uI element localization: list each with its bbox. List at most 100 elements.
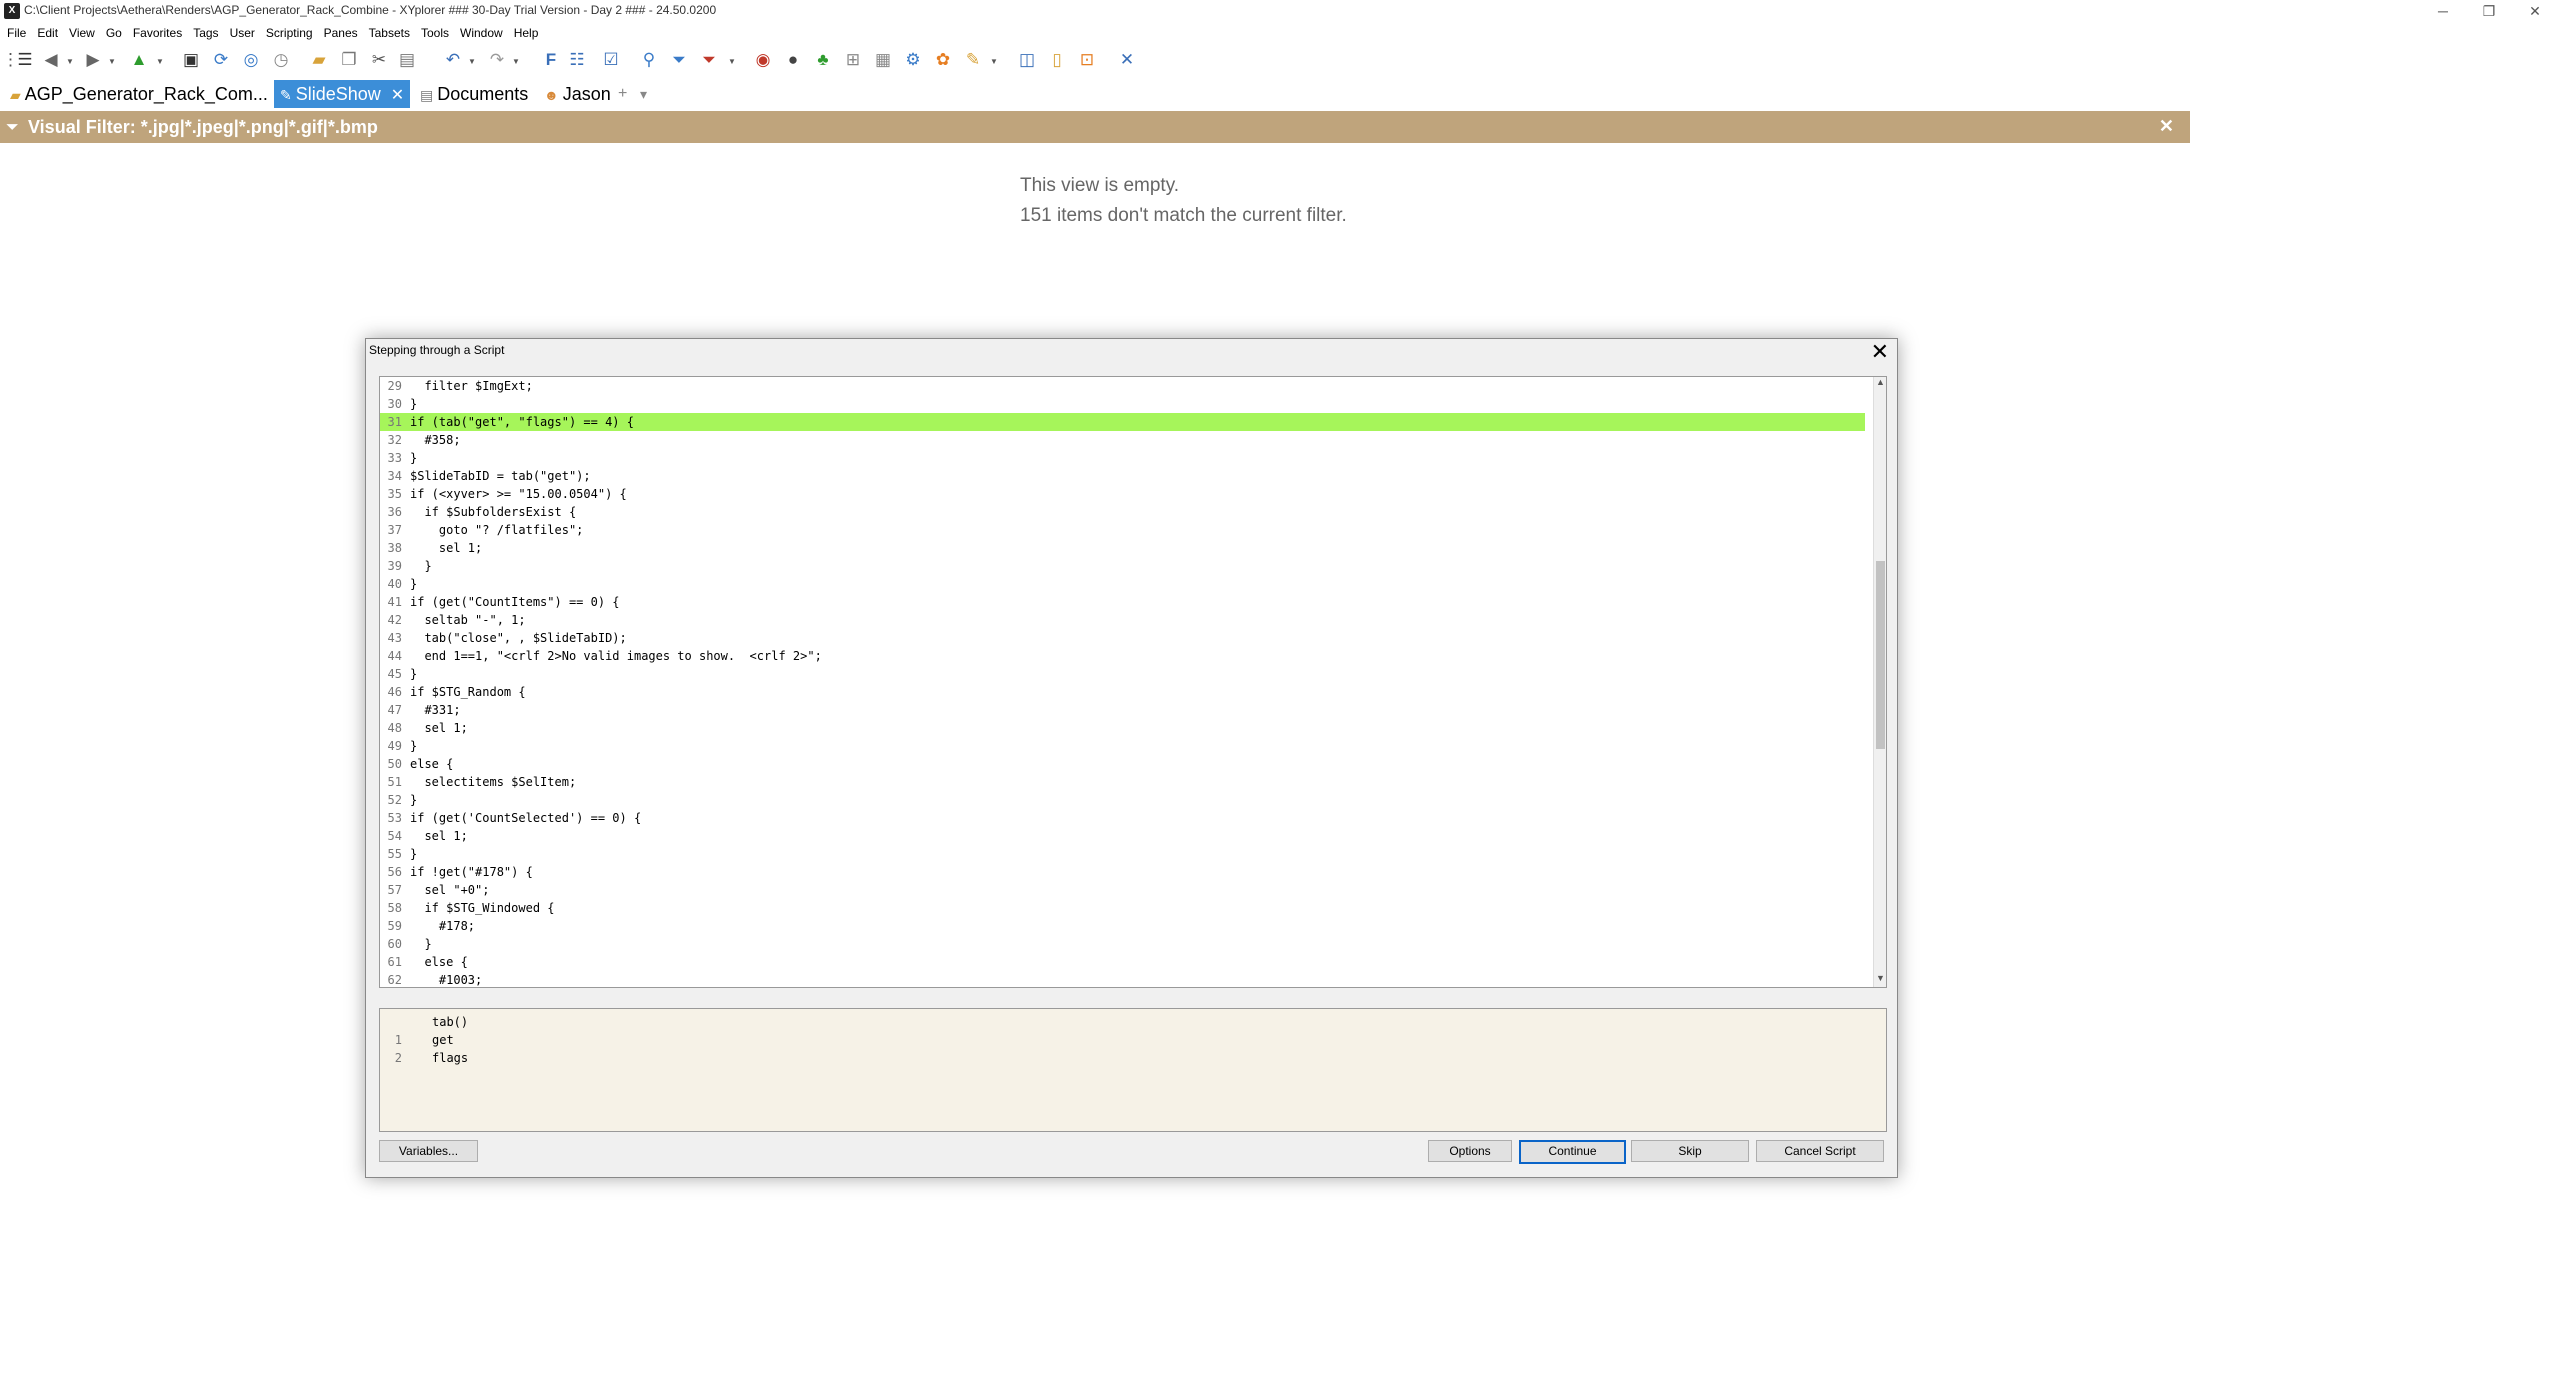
tab-bar: ▰ AGP_Generator_Rack_Com... ✎ SlideShow ✕ ▤… <box>0 78 2190 110</box>
line-number: 62 <box>387 973 402 987</box>
undo-dropdown-icon[interactable]: ▼ <box>468 57 476 66</box>
computer-icon[interactable]: ▣ <box>180 49 202 71</box>
argument-text: flags <box>432 1051 469 1065</box>
redo-dropdown-icon[interactable]: ▼ <box>512 57 520 66</box>
minimize-icon[interactable]: ─ <box>2420 0 2466 22</box>
close-tab-icon[interactable]: ✕ <box>391 87 404 104</box>
line-number: 44 <box>387 649 402 663</box>
code-text: } <box>410 451 418 465</box>
list-icon[interactable]: ☷ <box>566 49 588 71</box>
menu-panes[interactable]: Panes <box>320 22 362 44</box>
line-number: 58 <box>387 901 402 915</box>
code-text: else { <box>410 757 454 771</box>
refresh-icon[interactable]: ⟳ <box>210 49 232 71</box>
dialog-close-icon[interactable]: ✕ <box>1871 339 1889 365</box>
search-icon[interactable]: ⚲ <box>638 49 660 71</box>
gear-icon[interactable]: ⚙ <box>902 49 924 71</box>
menu-tags[interactable]: Tags <box>189 22 222 44</box>
script-code-view[interactable]: 29 filter $ImgExt; 30} 31 if (tab("get", "f… <box>379 376 1887 988</box>
menu-window[interactable]: Window <box>456 22 507 44</box>
code-line: 43 tab("close", , $SlideTabID); <box>380 629 1865 647</box>
brush-icon[interactable]: ✎ <box>962 49 984 71</box>
forward-dropdown-icon[interactable]: ▼ <box>108 57 116 66</box>
redo-icon[interactable]: ↷ <box>486 49 508 71</box>
target-icon[interactable]: ◉ <box>752 49 774 71</box>
code-line: 44 end 1==1, "<crlf 2>No valid images to… <box>380 647 1865 665</box>
stop-icon[interactable]: ⊡ <box>1076 49 1098 71</box>
tab-slideshow[interactable]: ✎ SlideShow ✕ <box>274 80 411 108</box>
cut-icon[interactable]: ✂ <box>368 49 390 71</box>
history-icon[interactable]: ◷ <box>270 49 292 71</box>
tools-icon[interactable]: ✕ <box>1116 49 1138 71</box>
find-icon[interactable]: ◎ <box>240 49 262 71</box>
skip-button[interactable]: Skip <box>1631 1140 1749 1162</box>
code-text: if $STG_Random { <box>410 685 526 699</box>
continue-button[interactable]: Continue <box>1519 1140 1626 1164</box>
new-folder-icon[interactable]: ▰ <box>308 49 330 71</box>
visual-filter-icon[interactable]: ⏷ <box>698 49 720 71</box>
brush-dropdown-icon[interactable]: ▼ <box>990 57 998 66</box>
script-step-dialog: Stepping through a Script ✕ 29 filter $I… <box>365 338 1898 1178</box>
grid-icon[interactable]: ⊞ <box>842 49 864 71</box>
menu-tabsets[interactable]: Tabsets <box>365 22 414 44</box>
code-text: } <box>410 667 418 681</box>
scroll-up-icon[interactable]: ▲ <box>1874 377 1886 391</box>
vertical-scrollbar[interactable]: ▲ ▼ <box>1873 377 1886 987</box>
code-text: filter $ImgExt; <box>410 379 533 393</box>
code-text: sel 1; <box>410 721 468 735</box>
back-arrow-icon[interactable]: ◀ <box>40 49 62 71</box>
menu-favorites[interactable]: Favorites <box>129 22 186 44</box>
code-text: if !get("#178") { <box>410 865 533 879</box>
color-icon[interactable]: ✿ <box>932 49 954 71</box>
line-number: 32 <box>387 433 402 447</box>
visual-filter-dropdown-icon[interactable]: ▼ <box>728 57 736 66</box>
argument-index: 1 <box>394 1033 402 1047</box>
code-text: tab("close", , $SlideTabID); <box>410 631 627 645</box>
undo-icon[interactable]: ↶ <box>442 49 464 71</box>
copy-icon[interactable]: ❐ <box>338 49 360 71</box>
thumbnails-icon[interactable]: ▦ <box>872 49 894 71</box>
tree-icon[interactable]: ♣ <box>812 49 834 71</box>
forward-arrow-icon[interactable]: ▶ <box>82 49 104 71</box>
tab-documents[interactable]: ▤ Documents <box>414 80 534 108</box>
checkbox-icon[interactable]: ☑ <box>600 49 622 71</box>
up-dropdown-icon[interactable]: ▼ <box>156 57 164 66</box>
dual-pane-icon[interactable]: ◫ <box>1016 49 1038 71</box>
line-number: 39 <box>387 559 402 573</box>
menu-toggle-icon[interactable]: ☰ <box>14 49 36 71</box>
close-filter-icon[interactable]: ✕ <box>2159 116 2174 137</box>
up-arrow-icon[interactable]: ▲ <box>128 49 150 71</box>
close-window-icon[interactable]: ✕ <box>2512 0 2558 22</box>
dark-circle-icon[interactable]: ● <box>782 49 804 71</box>
tab-jason[interactable]: ☻ Jason <box>538 80 617 108</box>
argument-text: tab() <box>432 1015 469 1029</box>
tab-list-dropdown-icon[interactable]: ▾ <box>634 80 653 108</box>
menu-file[interactable]: File <box>3 22 30 44</box>
code-line: 47 #331; <box>380 701 1865 719</box>
menu-user[interactable]: User <box>226 22 259 44</box>
code-line: 62 #1003; <box>380 971 1865 987</box>
code-line: 60 } <box>380 935 1865 953</box>
options-button[interactable]: Options <box>1428 1140 1512 1162</box>
menu-help[interactable]: Help <box>510 22 543 44</box>
menu-view[interactable]: View <box>65 22 99 44</box>
code-text: } <box>410 577 418 591</box>
scroll-thumb[interactable] <box>1876 561 1885 749</box>
paste-icon[interactable]: ▤ <box>396 49 418 71</box>
filter-icon[interactable]: ⏷ <box>668 49 690 71</box>
menu-go[interactable]: Go <box>102 22 126 44</box>
menu-edit[interactable]: Edit <box>33 22 62 44</box>
tab-agp-generator[interactable]: ▰ AGP_Generator_Rack_Com... <box>4 80 274 108</box>
preview-icon[interactable]: ▯ <box>1046 49 1068 71</box>
format-icon[interactable]: F <box>540 49 562 71</box>
menu-scripting[interactable]: Scripting <box>262 22 317 44</box>
restore-icon[interactable]: ❐ <box>2466 0 2512 22</box>
cancel-script-button[interactable]: Cancel Script <box>1756 1140 1884 1162</box>
menu-tools[interactable]: Tools <box>417 22 453 44</box>
scroll-down-icon[interactable]: ▼ <box>1874 973 1886 987</box>
variables-button[interactable]: Variables... <box>379 1140 478 1162</box>
add-tab-button[interactable]: + <box>612 80 633 108</box>
code-text: $SlideTabID = tab("get"); <box>410 469 591 483</box>
line-number: 51 <box>387 775 402 789</box>
back-dropdown-icon[interactable]: ▼ <box>66 57 74 66</box>
